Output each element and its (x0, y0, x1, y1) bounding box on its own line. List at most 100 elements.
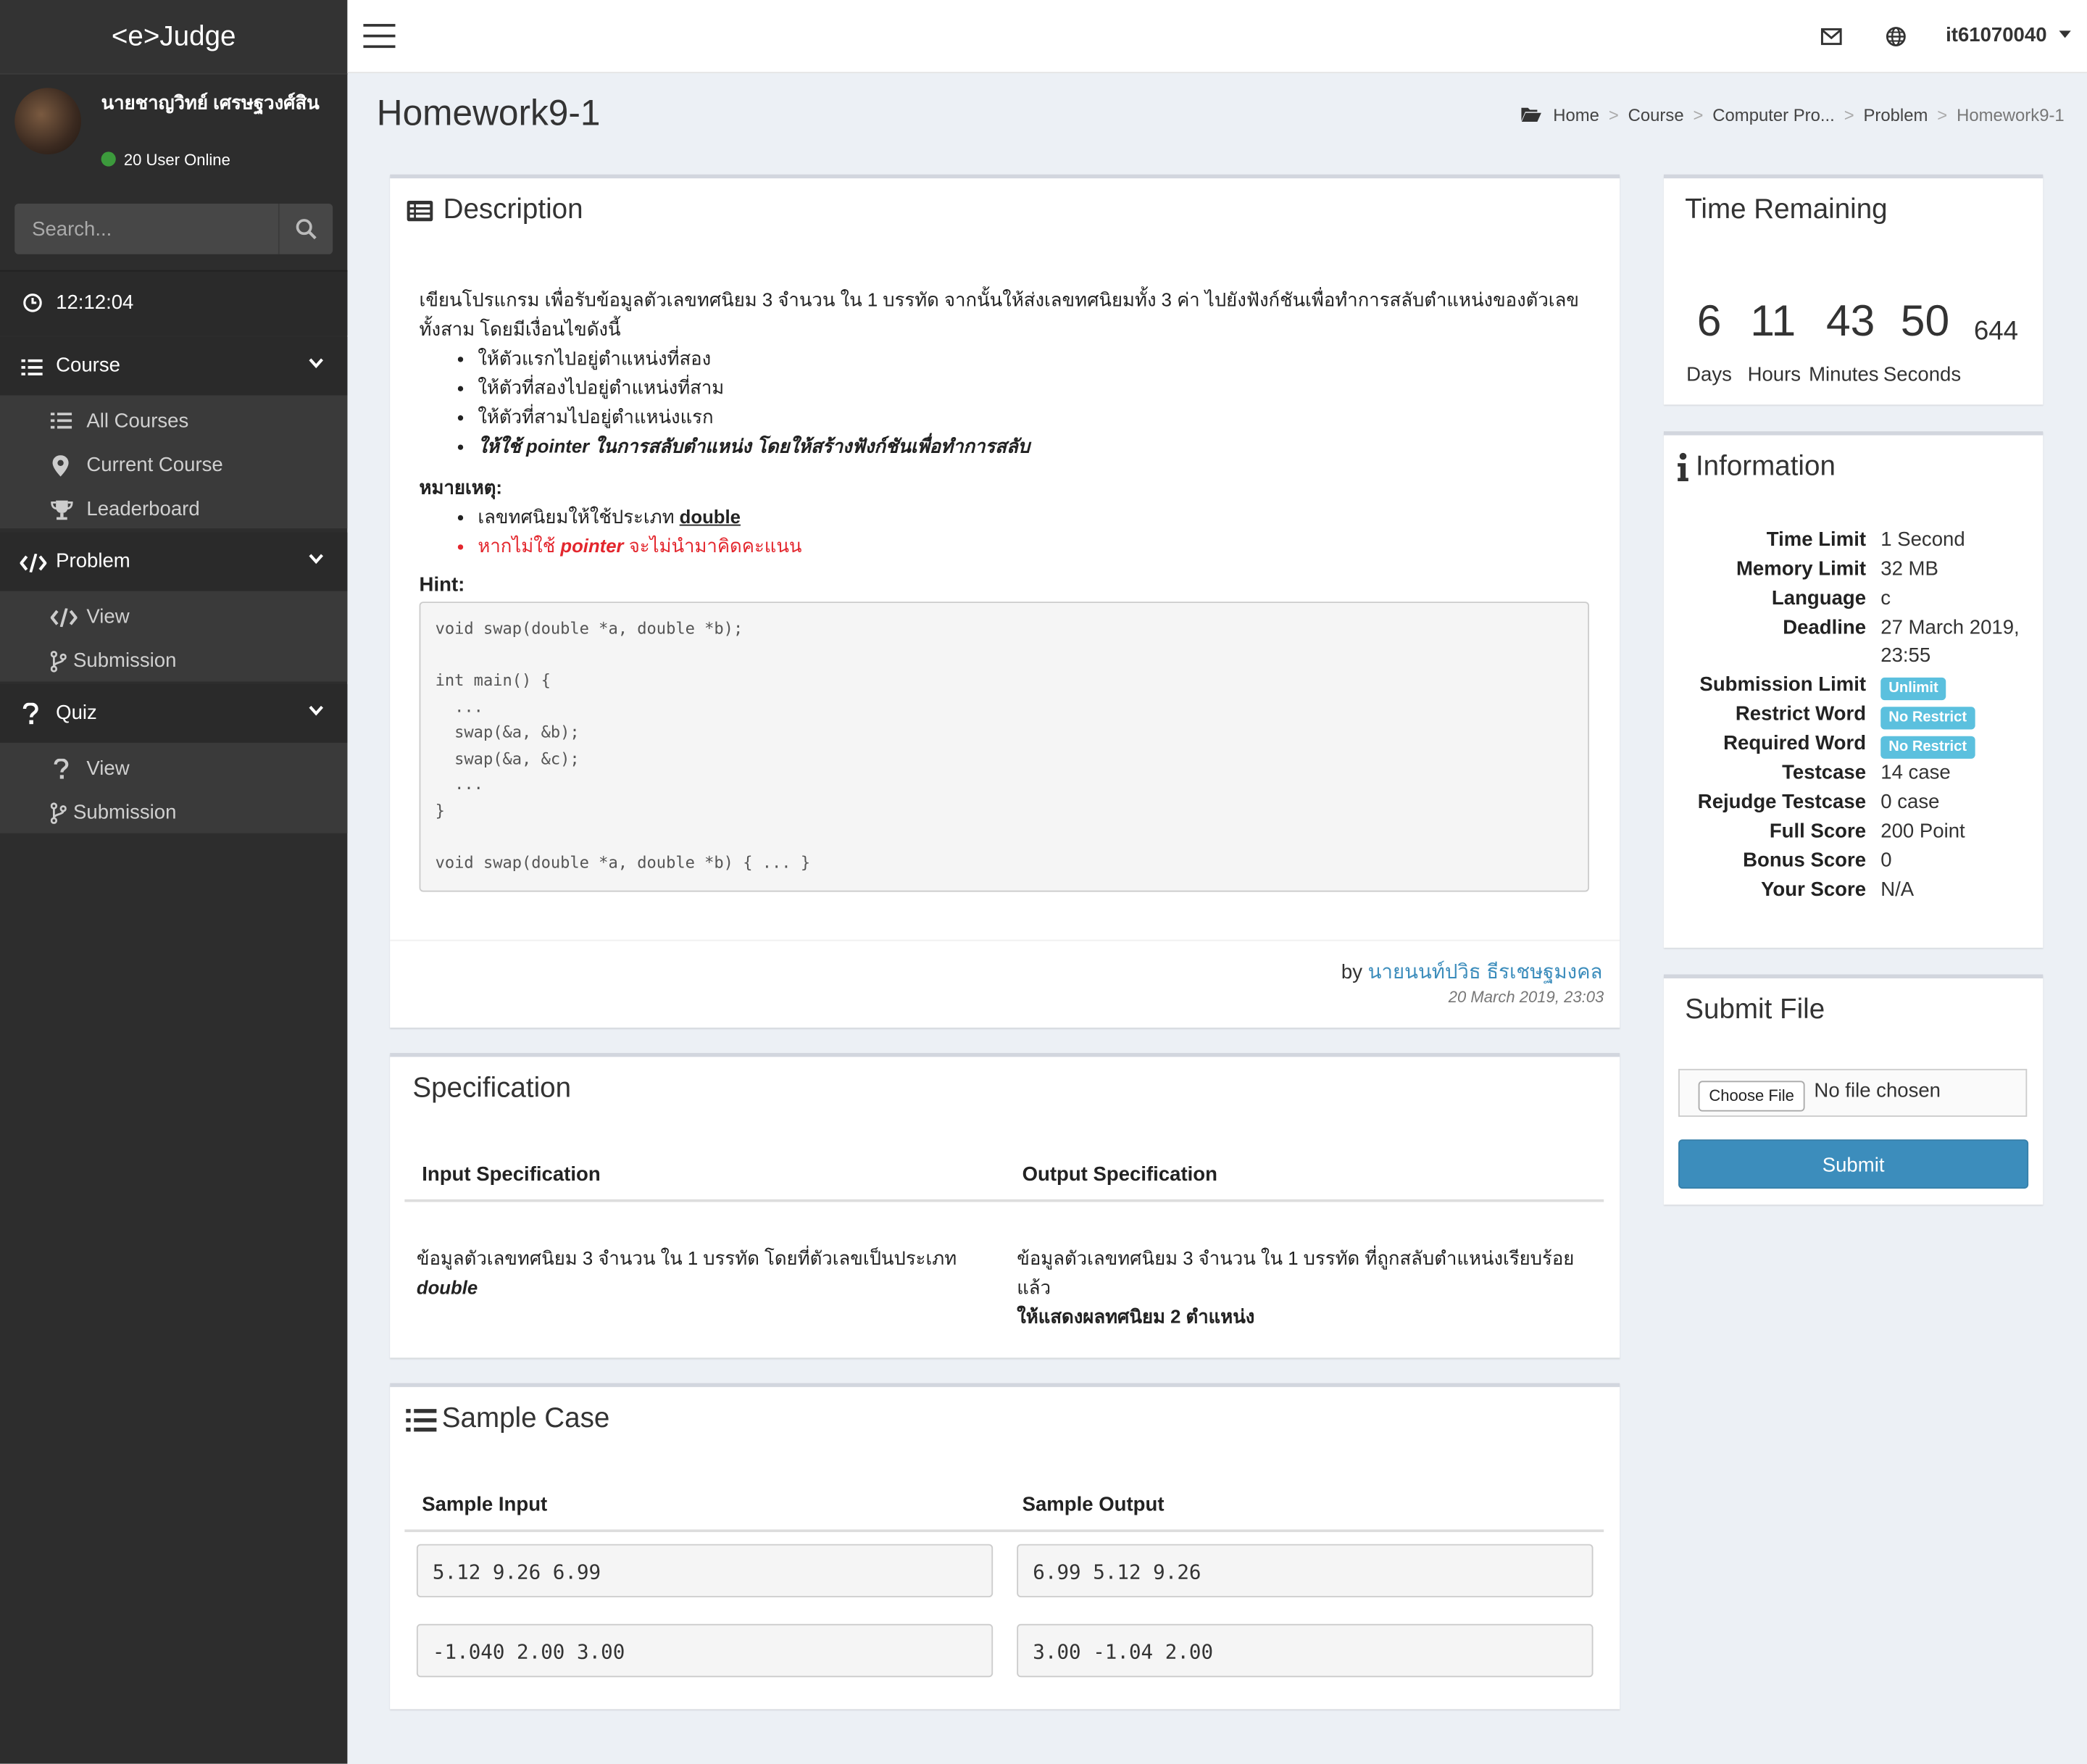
info-key: Time Limit (1766, 528, 1867, 552)
timer-days: 6 (1696, 295, 1722, 345)
info-key: Your Score (1761, 878, 1867, 902)
breadcrumb-separator: > (1608, 105, 1619, 125)
required-word-badge: No Restrict (1880, 736, 1975, 759)
sample-input-header: Sample Input (422, 1493, 548, 1517)
sidebar-item-label: All Courses (86, 409, 189, 433)
timer-hours-label: Hours (1747, 363, 1801, 386)
table-divider (404, 1529, 1604, 1533)
output-spec-header: Output Specification (1022, 1163, 1217, 1186)
file-status: No file chosen (1814, 1079, 1941, 1102)
by-label: by (1341, 961, 1368, 984)
info-value: 14 case (1880, 761, 1951, 784)
rule-bold-text: ให้ใช้ pointer ในการสลับตำแหน่ง โดยให้สร… (478, 435, 1030, 457)
submit-file-title: Submit File (1685, 994, 1825, 1025)
list-icon (406, 1409, 437, 1432)
breadcrumb-home[interactable]: Home (1553, 105, 1599, 125)
course-submenu: All Courses Current Course Leaderboard (0, 395, 348, 529)
description-body: เขียนโปรแกรม เพื่อรับข้อมูลตัวเลขทศนิยม … (420, 285, 1584, 600)
info-row-deadline: Deadline 27 March 2019, (1664, 616, 2043, 645)
time-remaining-title: Time Remaining (1685, 194, 1888, 225)
timer-days-label: Days (1686, 363, 1732, 386)
info-value: No Restrict (1880, 733, 1975, 759)
input-spec-text: ข้อมูลตัวเลขทศนิยม 3 จำนวน ใน 1 บรรทัด โ… (417, 1243, 989, 1302)
globe-icon[interactable] (1886, 27, 1907, 47)
info-key: Rejudge Testcase (1697, 790, 1867, 814)
avatar (14, 88, 82, 155)
info-row-submission-limit: Submission Limit Unlimit (1664, 673, 2043, 702)
rule-item: ให้ตัวแรกไปอยู่ตำแหน่งที่สอง (478, 344, 1583, 373)
info-value: 23:55 (1880, 644, 1931, 667)
hamburger-menu-icon[interactable] (363, 24, 396, 56)
sidebar-search: Search... (14, 204, 333, 254)
code-fork-icon (50, 802, 67, 824)
brand-logo[interactable]: <e>Judge (0, 0, 348, 75)
note-item: เลขทศนิยมให้ใช้ประเภท double (478, 502, 1583, 531)
rule-item: ให้ตัวที่สามไปอยู่ตำแหน่งแรก (478, 402, 1583, 431)
info-value: 200 Point (1880, 820, 1965, 843)
author-link[interactable]: นายนนท์ปวิธ ธีรเชษฐมงคล (1368, 961, 1603, 983)
user-menu[interactable]: it61070040 (1946, 24, 2071, 46)
online-dot-icon (101, 151, 116, 167)
menu-problem[interactable]: Problem (0, 532, 348, 591)
sidebar: <e>Judge นายชาญวิทย์ เศรษฐวงศ์สิน 20 Use… (0, 0, 348, 1764)
output-spec-note: ให้แสดงผลทศนิยม 2 ตำแหน่ง (1017, 1305, 1255, 1328)
menu-course-label: Course (56, 354, 120, 377)
breadcrumb-separator: > (1844, 105, 1854, 125)
chevron-down-icon (309, 705, 323, 716)
rule-item: ให้ตัวที่สองไปอยู่ตำแหน่งที่สาม (478, 373, 1583, 402)
hint-label: Hint: (419, 573, 465, 596)
info-value: No Restrict (1880, 704, 1975, 730)
file-input[interactable]: Choose File No file chosen (1678, 1068, 2028, 1117)
user-name: นายชาญวิทย์ เศรษฐวงศ์สิน (101, 91, 320, 114)
online-status: 20 User Online (101, 150, 230, 170)
envelope-icon[interactable] (1820, 28, 1842, 46)
breadcrumb-course[interactable]: Course (1628, 105, 1684, 125)
info-key: Restrict Word (1735, 702, 1867, 726)
sidebar-item-label: Submission (73, 649, 177, 673)
note-text: เลขทศนิยมให้ใช้ประเภท (478, 505, 680, 528)
submit-button[interactable]: Submit (1678, 1139, 2029, 1189)
online-count: 20 User Online (123, 150, 230, 170)
menu-quiz[interactable]: Quiz (0, 684, 348, 743)
info-row-deadline-time: 23:55 (1664, 644, 2043, 673)
specification-title: Specification (412, 1073, 572, 1104)
info-key: Required Word (1723, 732, 1867, 755)
info-key: Full Score (1769, 820, 1867, 843)
time-remaining-box: Time Remaining 6 11 43 50 644 Days Hours… (1663, 174, 2044, 405)
sample-output-2[interactable]: 3.00 -1.04 2.00 (1017, 1623, 1594, 1678)
info-value: 0 (1880, 849, 1892, 873)
search-button[interactable] (278, 204, 333, 254)
notes-list: เลขทศนิยมให้ใช้ประเภท double หากไม่ใช้ p… (420, 502, 1584, 560)
sample-output-1[interactable]: 6.99 5.12 9.26 (1017, 1544, 1594, 1598)
restrict-word-badge: No Restrict (1880, 707, 1975, 730)
breadcrumb-computer-pro[interactable]: Computer Pro... (1712, 105, 1835, 125)
sample-output-header: Sample Output (1022, 1493, 1165, 1517)
sample-input-1[interactable]: 5.12 9.26 6.99 (416, 1544, 993, 1598)
specification-box: Specification Input Specification Output… (390, 1052, 1620, 1358)
info-row-memory-limit: Memory Limit 32 MB (1664, 558, 2043, 587)
sample-input-2[interactable]: -1.040 2.00 3.00 (416, 1623, 993, 1678)
output-spec-desc: ข้อมูลตัวเลขทศนิยม 3 จำนวน ใน 1 บรรทัด ท… (1017, 1247, 1575, 1298)
timer-milliseconds: 644 (1973, 317, 2019, 346)
info-key: Memory Limit (1736, 557, 1867, 581)
breadcrumb-problem[interactable]: Problem (1863, 105, 1928, 125)
rules-list: ให้ตัวแรกไปอยู่ตำแหน่งที่สอง ให้ตัวที่สอ… (420, 344, 1584, 461)
menu-course[interactable]: Course (0, 336, 348, 396)
menu-problem-label: Problem (56, 549, 130, 573)
info-row-rejudge-testcase: Rejudge Testcase 0 case (1664, 791, 2043, 820)
note-item-warning: หากไม่ใช้ pointer จะไม่นำมาคิดคะแนน (478, 531, 1583, 560)
sidebar-item-label: View (86, 605, 130, 628)
sidebar-item-label: Current Course (86, 454, 223, 477)
map-marker-icon (52, 455, 69, 477)
choose-file-button[interactable]: Choose File (1698, 1081, 1805, 1112)
timer-minutes-label: Minutes (1809, 363, 1879, 386)
menu-quiz-label: Quiz (56, 701, 97, 725)
info-row-time-limit: Time Limit 1 Second (1664, 528, 2043, 557)
info-key: Language (1771, 586, 1867, 610)
rule-item-bold: ให้ใช้ pointer ในการสลับตำแหน่ง โดยให้สร… (478, 431, 1583, 460)
output-spec-text: ข้อมูลตัวเลขทศนิยม 3 จำนวน ใน 1 บรรทัด ท… (1017, 1243, 1575, 1331)
search-input[interactable]: Search... (32, 218, 112, 241)
note-warning-a: หากไม่ใช้ (478, 535, 561, 557)
submission-limit-badge: Unlimit (1880, 677, 1946, 701)
info-row-testcase: Testcase 14 case (1664, 762, 2043, 791)
